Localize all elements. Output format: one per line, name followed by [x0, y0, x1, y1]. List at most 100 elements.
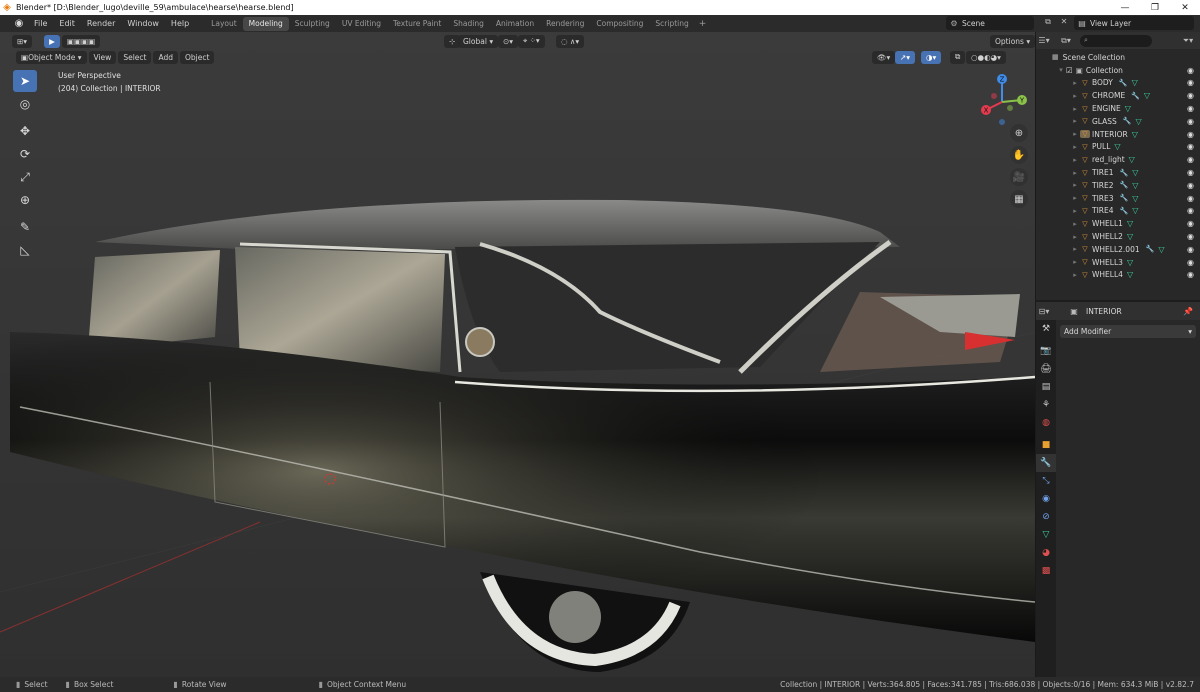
mesh-data-icon[interactable]: ▽	[1132, 206, 1138, 215]
expand-arrow-icon[interactable]: ▸	[1070, 156, 1080, 164]
workspace-tab-texture-paint[interactable]: Texture Paint	[387, 17, 447, 31]
mesh-data-icon[interactable]: ▽	[1129, 155, 1135, 164]
workspace-tab-shading[interactable]: Shading	[447, 17, 489, 31]
xray-toggle-icon[interactable]: ⧉	[950, 50, 966, 64]
expand-arrow-icon[interactable]: ▸	[1070, 233, 1080, 241]
expand-arrow-icon[interactable]: ▸	[1070, 181, 1080, 189]
eye-icon[interactable]: ◉	[1187, 219, 1194, 228]
filter-icon[interactable]: ⏷▾	[1180, 36, 1196, 46]
workspace-tab-uv-editing[interactable]: UV Editing	[336, 17, 387, 31]
eye-icon[interactable]: ◉	[1187, 91, 1194, 100]
workspace-tab-sculpting[interactable]: Sculpting	[289, 17, 336, 31]
move-tool-icon[interactable]: ✥	[13, 120, 37, 142]
eye-icon[interactable]: ◉	[1187, 194, 1194, 203]
outliner-item[interactable]: ▸ ▽ WHELL3 ▽ ◉	[1036, 256, 1200, 269]
eye-icon[interactable]: ◉	[1187, 78, 1194, 87]
workspace-tab-layout[interactable]: Layout	[205, 17, 243, 31]
outliner-item[interactable]: ▸ ▽ WHELL4 ▽ ◉	[1036, 269, 1200, 282]
overlay-toggle-icon[interactable]: ◑▾	[921, 50, 942, 64]
modifier-icon[interactable]: 🔧	[1120, 207, 1129, 215]
expand-arrow-icon[interactable]: ▸	[1070, 92, 1080, 100]
workspace-tab-animation[interactable]: Animation	[490, 17, 540, 31]
menu-window[interactable]: Window	[121, 19, 165, 28]
menu-view[interactable]: View	[88, 50, 117, 64]
eye-icon[interactable]: ◉	[1187, 168, 1194, 177]
modifier-icon[interactable]: 🔧	[1146, 245, 1155, 253]
shading-modes-icon[interactable]: ○●◐◕▾	[966, 50, 1006, 64]
navigation-gizmo[interactable]: Z Y X	[972, 72, 1032, 132]
measure-tool-icon[interactable]: ◺	[13, 239, 37, 261]
workspace-tab-rendering[interactable]: Rendering	[540, 17, 590, 31]
texture-tab-icon[interactable]: ▩	[1036, 562, 1056, 580]
editor-type-icon[interactable]: ⊞▾	[12, 34, 33, 48]
eye-icon[interactable]: ◉	[1187, 130, 1194, 139]
expand-arrow-icon[interactable]: ▸	[1070, 194, 1080, 202]
eye-icon[interactable]: ◉	[1187, 155, 1194, 164]
eye-icon[interactable]: ◉	[1187, 258, 1194, 267]
annotate-tool-icon[interactable]: ✎	[13, 216, 37, 238]
workspace-tab-modeling[interactable]: Modeling	[242, 16, 289, 31]
add-workspace-button[interactable]: +	[695, 19, 711, 29]
eye-icon[interactable]: ◉	[1187, 142, 1194, 151]
particles-tab-icon[interactable]: ⤡	[1036, 472, 1056, 490]
mesh-data-icon[interactable]: ▽	[1136, 117, 1142, 126]
mesh-data-icon[interactable]: ▽	[1127, 232, 1133, 241]
modifier-icon[interactable]: 🔧	[1123, 117, 1132, 125]
mesh-data-icon[interactable]: ▽	[1132, 78, 1138, 87]
mesh-data-icon[interactable]: ▽	[1127, 219, 1133, 228]
outliner-item[interactable]: ▸ ▽ WHELL2 ▽ ◉	[1036, 230, 1200, 243]
eye-icon[interactable]: ◉	[1187, 117, 1194, 126]
eye-icon[interactable]: ◉	[1187, 232, 1194, 241]
object-tab-icon[interactable]: ■	[1036, 436, 1056, 454]
collection-row[interactable]: ▾ ☑ ▣ Collection ◉	[1036, 64, 1200, 77]
perspective-grid-icon[interactable]: ▦	[1010, 190, 1028, 208]
mesh-data-icon[interactable]: ▽	[1132, 194, 1138, 203]
outliner-item[interactable]: ▸ ▽ CHROME 🔧 ▽ ◉	[1036, 89, 1200, 102]
menu-edit[interactable]: Edit	[53, 19, 81, 28]
delete-scene-icon[interactable]: ✕	[1056, 17, 1072, 26]
scene-selector[interactable]: ⚙ Scene	[946, 16, 1034, 30]
mesh-data-icon[interactable]: ▽	[1158, 245, 1164, 254]
eye-icon[interactable]: ◉	[1187, 181, 1194, 190]
mesh-data-icon[interactable]: ▽	[1127, 258, 1133, 267]
select-box-tool-icon[interactable]: ➤	[13, 70, 37, 92]
scene-tab-icon[interactable]: ⚘	[1036, 396, 1056, 414]
mesh-data-icon[interactable]: ▽	[1132, 130, 1138, 139]
view-layer-tab-icon[interactable]: ▤	[1036, 378, 1056, 396]
outliner-item[interactable]: ▸ ▽ BODY 🔧 ▽ ◉	[1036, 77, 1200, 90]
pan-hand-icon[interactable]: ✋	[1010, 146, 1028, 164]
proportional-editing-icon[interactable]: ◌ ∧▾	[556, 34, 585, 48]
mesh-data-icon[interactable]: ▽	[1114, 142, 1120, 151]
pin-icon[interactable]: 📌	[1180, 307, 1196, 316]
outliner-item[interactable]: ▸ ▽ PULL ▽ ◉	[1036, 141, 1200, 154]
snap-icon[interactable]: ⌖ ⁘▾	[518, 34, 545, 48]
outliner-item[interactable]: ▸ ▽ GLASS 🔧 ▽ ◉	[1036, 115, 1200, 128]
tool-tab-icon[interactable]: ⚒	[1036, 320, 1056, 338]
expand-arrow-icon[interactable]: ▸	[1070, 143, 1080, 151]
outliner-item[interactable]: ▸ ▽ TIRE3 🔧 ▽ ◉	[1036, 192, 1200, 205]
expand-arrow-icon[interactable]: ▸	[1070, 220, 1080, 228]
maximize-button[interactable]: ❐	[1140, 0, 1170, 15]
expand-arrow-icon[interactable]: ▸	[1070, 245, 1080, 253]
outliner-item[interactable]: ▸ ▽ red_light ▽ ◉	[1036, 153, 1200, 166]
menu-add[interactable]: Add	[153, 50, 178, 64]
menu-object[interactable]: Object	[179, 50, 215, 64]
transform-tool-icon[interactable]: ⊕	[13, 189, 37, 211]
eye-icon[interactable]: ◉	[1187, 245, 1194, 254]
options-dropdown[interactable]: Options ▾	[990, 34, 1035, 48]
modifier-icon[interactable]: 🔧	[1120, 169, 1129, 177]
blender-logo-icon[interactable]: ◉	[10, 18, 28, 29]
modifier-tab-icon[interactable]: 🔧	[1036, 454, 1056, 472]
outliner-item[interactable]: ▸ ▽ TIRE1 🔧 ▽ ◉	[1036, 166, 1200, 179]
outliner-editor-icon[interactable]: ☰▾	[1036, 36, 1052, 45]
expand-arrow-icon[interactable]: ▸	[1070, 207, 1080, 215]
modifier-icon[interactable]: 🔧	[1131, 92, 1140, 100]
outliner-search-input[interactable]: ⌕	[1080, 34, 1152, 47]
select-mode-icons[interactable]: ▣▣▣▣	[61, 34, 101, 48]
outliner-item[interactable]: ▸ ▽ ENGINE ▽ ◉	[1036, 102, 1200, 115]
outliner-item[interactable]: ▸ ▽ TIRE4 🔧 ▽ ◉	[1036, 205, 1200, 218]
physics-tab-icon[interactable]: ◉	[1036, 490, 1056, 508]
constraints-tab-icon[interactable]: ⊘	[1036, 508, 1056, 526]
outliner-item[interactable]: ▸ ▽ TIRE2 🔧 ▽ ◉	[1036, 179, 1200, 192]
output-tab-icon[interactable]: 🖨	[1036, 360, 1056, 378]
